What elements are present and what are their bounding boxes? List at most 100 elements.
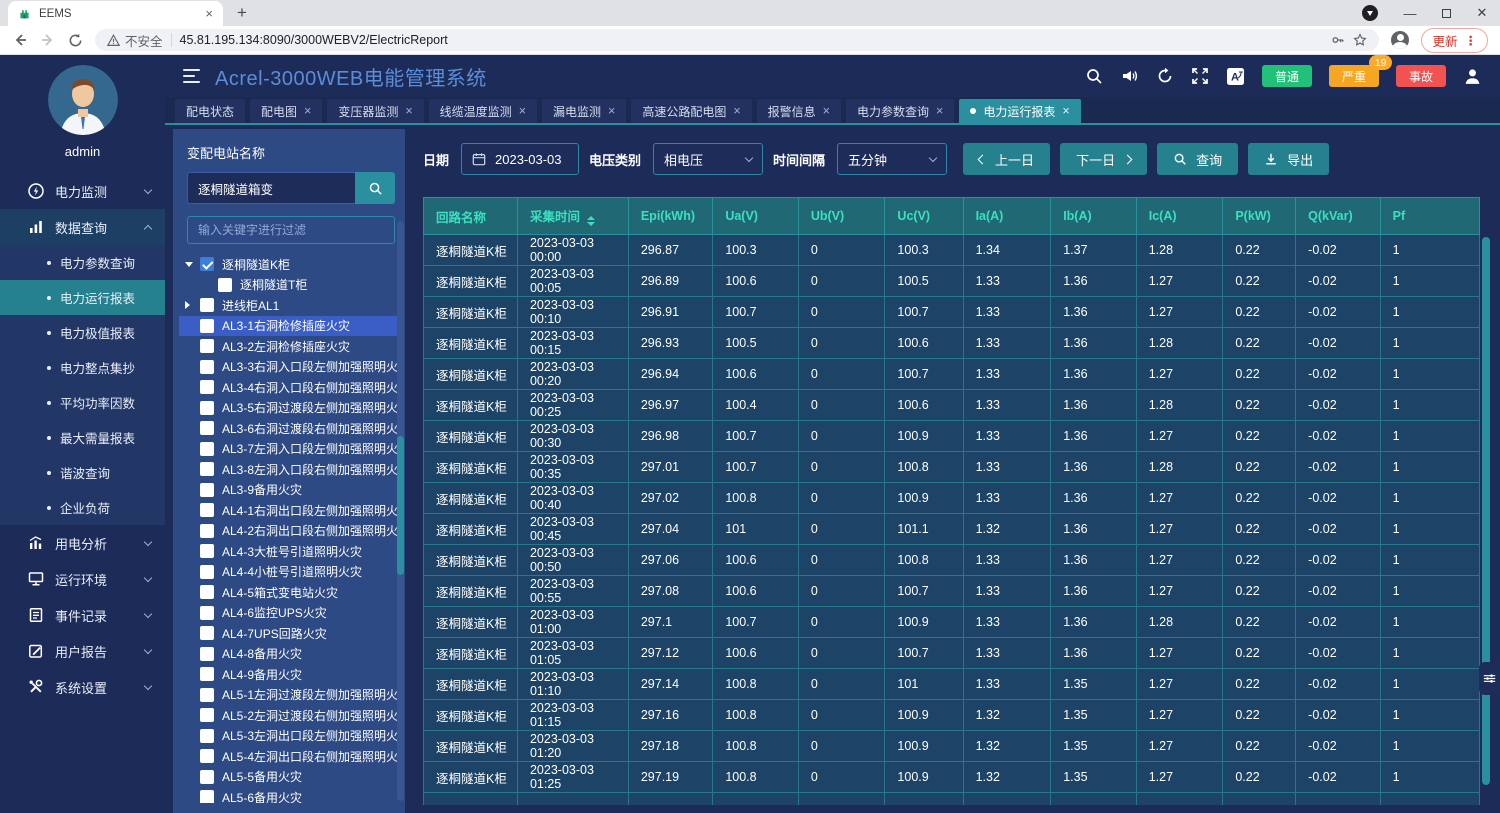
tree-scrollbar[interactable]: [397, 221, 404, 801]
table-row[interactable]: 逐桐隧道K柜2023-03-03 00:35297.01100.70100.81…: [424, 452, 1480, 483]
workspace-tab[interactable]: 配电图×: [250, 99, 322, 123]
tab-close-icon[interactable]: ×: [304, 105, 311, 118]
expander-open-icon[interactable]: [185, 262, 200, 267]
submenu-item-电力整点集抄[interactable]: 电力整点集抄: [0, 350, 165, 385]
tree-node[interactable]: AL5-4左洞出口段右侧加强照明火灾: [179, 746, 399, 767]
tree-checkbox[interactable]: [200, 688, 214, 702]
table-row[interactable]: 逐桐隧道K柜2023-03-03 01:25297.19100.80100.91…: [424, 762, 1480, 793]
table-row[interactable]: 逐桐隧道K柜2023-03-03 01:10297.14100.801011.3…: [424, 669, 1480, 700]
tree-checkbox[interactable]: [200, 647, 214, 661]
tree-checkbox[interactable]: [200, 749, 214, 763]
table-row[interactable]: 逐桐隧道K柜2023-03-03 00:00296.87100.30100.31…: [424, 235, 1480, 266]
tree-checkbox[interactable]: [200, 319, 214, 333]
station-search-input[interactable]: [187, 172, 355, 204]
tree-filter-input[interactable]: [187, 216, 395, 244]
submenu-item-电力运行报表[interactable]: 电力运行报表: [0, 280, 165, 315]
workspace-tab[interactable]: 电力参数查询×: [846, 99, 954, 123]
column-settings-button[interactable]: [1479, 662, 1500, 695]
tree-checkbox[interactable]: [200, 483, 214, 497]
tab-close-icon[interactable]: ×: [205, 7, 213, 20]
table-scrollbar-thumb[interactable]: [1482, 237, 1490, 785]
tree-checkbox[interactable]: [200, 339, 214, 353]
tree-node[interactable]: AL5-3左洞出口段左侧加强照明火灾: [179, 726, 399, 747]
tree-node[interactable]: AL3-7左洞入口段左侧加强照明火灾: [179, 439, 399, 460]
tree-checkbox[interactable]: [200, 524, 214, 538]
reload-icon[interactable]: [68, 33, 83, 48]
tab-close-icon[interactable]: ×: [1062, 105, 1069, 118]
tab-close-icon[interactable]: ×: [733, 105, 740, 118]
translate-icon[interactable]: A: [1226, 67, 1245, 86]
tree-node[interactable]: AL4-7UPS回路火灾: [179, 623, 399, 644]
table-row[interactable]: 逐桐隧道K柜2023-03-03 00:45297.041010101.11.3…: [424, 514, 1480, 545]
tree-node[interactable]: AL4-2右洞出口段右侧加强照明火灾: [179, 521, 399, 542]
tree-node[interactable]: AL3-8左洞入口段右侧加强照明火灾: [179, 459, 399, 480]
tree-node[interactable]: AL3-1右洞检修插座火灾: [179, 316, 399, 337]
tree-checkbox[interactable]: [200, 565, 214, 579]
tree-node[interactable]: AL5-5备用火灾: [179, 767, 399, 788]
tree-node[interactable]: AL3-3右洞入口段左侧加强照明火灾: [179, 357, 399, 378]
tree-checkbox[interactable]: [218, 278, 232, 292]
tree-node[interactable]: AL4-1右洞出口段左侧加强照明火灾: [179, 500, 399, 521]
date-picker[interactable]: 2023-03-03: [461, 143, 579, 175]
table-row[interactable]: 逐桐隧道K柜2023-03-03 01:05297.12100.60100.71…: [424, 638, 1480, 669]
alarm-badge-1[interactable]: 普通: [1262, 65, 1312, 87]
submenu-item-企业负荷[interactable]: 企业负荷: [0, 490, 165, 525]
alarm-badge-2[interactable]: 严重19: [1329, 65, 1379, 87]
bookmark-star-icon[interactable]: [1353, 33, 1367, 47]
submenu-item-谐波查询[interactable]: 谐波查询: [0, 455, 165, 490]
window-minimize-button[interactable]: —: [1392, 6, 1428, 21]
workspace-tab[interactable]: 高速公路配电图×: [631, 99, 751, 123]
tree-checkbox[interactable]: [200, 442, 214, 456]
submenu-item-最大需量报表[interactable]: 最大需量报表: [0, 420, 165, 455]
sidebar-item-用电分析[interactable]: 用电分析: [0, 525, 165, 561]
tab-close-icon[interactable]: ×: [936, 105, 943, 118]
next-day-button[interactable]: 下一日: [1060, 143, 1147, 175]
browser-tab[interactable]: EEMS ×: [8, 1, 223, 26]
tree-scrollbar-thumb[interactable]: [397, 436, 404, 575]
sidebar-item-用户报告[interactable]: 用户报告: [0, 633, 165, 669]
tree-node[interactable]: AL3-9备用火灾: [179, 480, 399, 501]
tree-checkbox[interactable]: [200, 462, 214, 476]
tree-node[interactable]: AL5-6备用火灾: [179, 787, 399, 803]
menu-collapse-icon[interactable]: [183, 69, 200, 84]
tree-node[interactable]: AL5-2左洞过渡段右侧加强照明火灾: [179, 705, 399, 726]
table-row[interactable]: 逐桐隧道K柜2023-03-03 01:20297.18100.80100.91…: [424, 731, 1480, 762]
refresh-icon[interactable]: [1156, 67, 1174, 85]
search-icon[interactable]: [1085, 67, 1103, 85]
export-button[interactable]: 导出: [1248, 143, 1329, 175]
sidebar-item-运行环境[interactable]: 运行环境: [0, 561, 165, 597]
tree-checkbox[interactable]: [200, 708, 214, 722]
sound-icon[interactable]: [1120, 67, 1139, 85]
browser-profile-avatar[interactable]: [1391, 31, 1409, 49]
window-restore-button[interactable]: [1428, 6, 1464, 21]
tree-node[interactable]: AL4-8备用火灾: [179, 644, 399, 665]
tree-node[interactable]: AL3-5右洞过渡段左侧加强照明火灾: [179, 398, 399, 419]
tree-node[interactable]: AL5-1左洞过渡段左侧加强照明火灾: [179, 685, 399, 706]
security-warning[interactable]: 不安全: [107, 31, 163, 50]
tree-checkbox[interactable]: [200, 421, 214, 435]
browser-update-button[interactable]: 更新 ⋮: [1421, 28, 1488, 53]
submenu-item-电力参数查询[interactable]: 电力参数查询: [0, 245, 165, 280]
workspace-tab[interactable]: 配电状态: [175, 99, 245, 123]
tree-node[interactable]: AL4-4小桩号引道照明火灾: [179, 562, 399, 583]
tab-close-icon[interactable]: ×: [823, 105, 830, 118]
station-search-button[interactable]: [355, 172, 395, 204]
query-button[interactable]: 查询: [1157, 143, 1238, 175]
tree-node[interactable]: AL3-6右洞过渡段右侧加强照明火灾: [179, 418, 399, 439]
tree-node[interactable]: AL4-6监控UPS火灾: [179, 603, 399, 624]
tree-checkbox[interactable]: [200, 606, 214, 620]
voltage-type-select[interactable]: 相电压: [653, 143, 763, 175]
table-row[interactable]: 逐桐隧道K柜2023-03-03 00:30296.98100.70100.91…: [424, 421, 1480, 452]
sidebar-item-电力监测[interactable]: 电力监测: [0, 173, 165, 209]
submenu-item-电力极值报表[interactable]: 电力极值报表: [0, 315, 165, 350]
tree-checkbox[interactable]: [200, 585, 214, 599]
download-status-icon[interactable]: [1362, 5, 1378, 21]
workspace-tab[interactable]: 漏电监测×: [542, 99, 626, 123]
table-row[interactable]: 逐桐隧道K柜2023-03-03 00:25296.97100.40100.61…: [424, 390, 1480, 421]
fullscreen-icon[interactable]: [1191, 67, 1209, 85]
workspace-tab[interactable]: 线缆温度监测×: [429, 99, 537, 123]
user-icon[interactable]: [1463, 67, 1482, 86]
interval-select[interactable]: 五分钟: [837, 143, 947, 175]
tab-close-icon[interactable]: ×: [608, 105, 615, 118]
table-scrollbar[interactable]: [1482, 237, 1490, 785]
